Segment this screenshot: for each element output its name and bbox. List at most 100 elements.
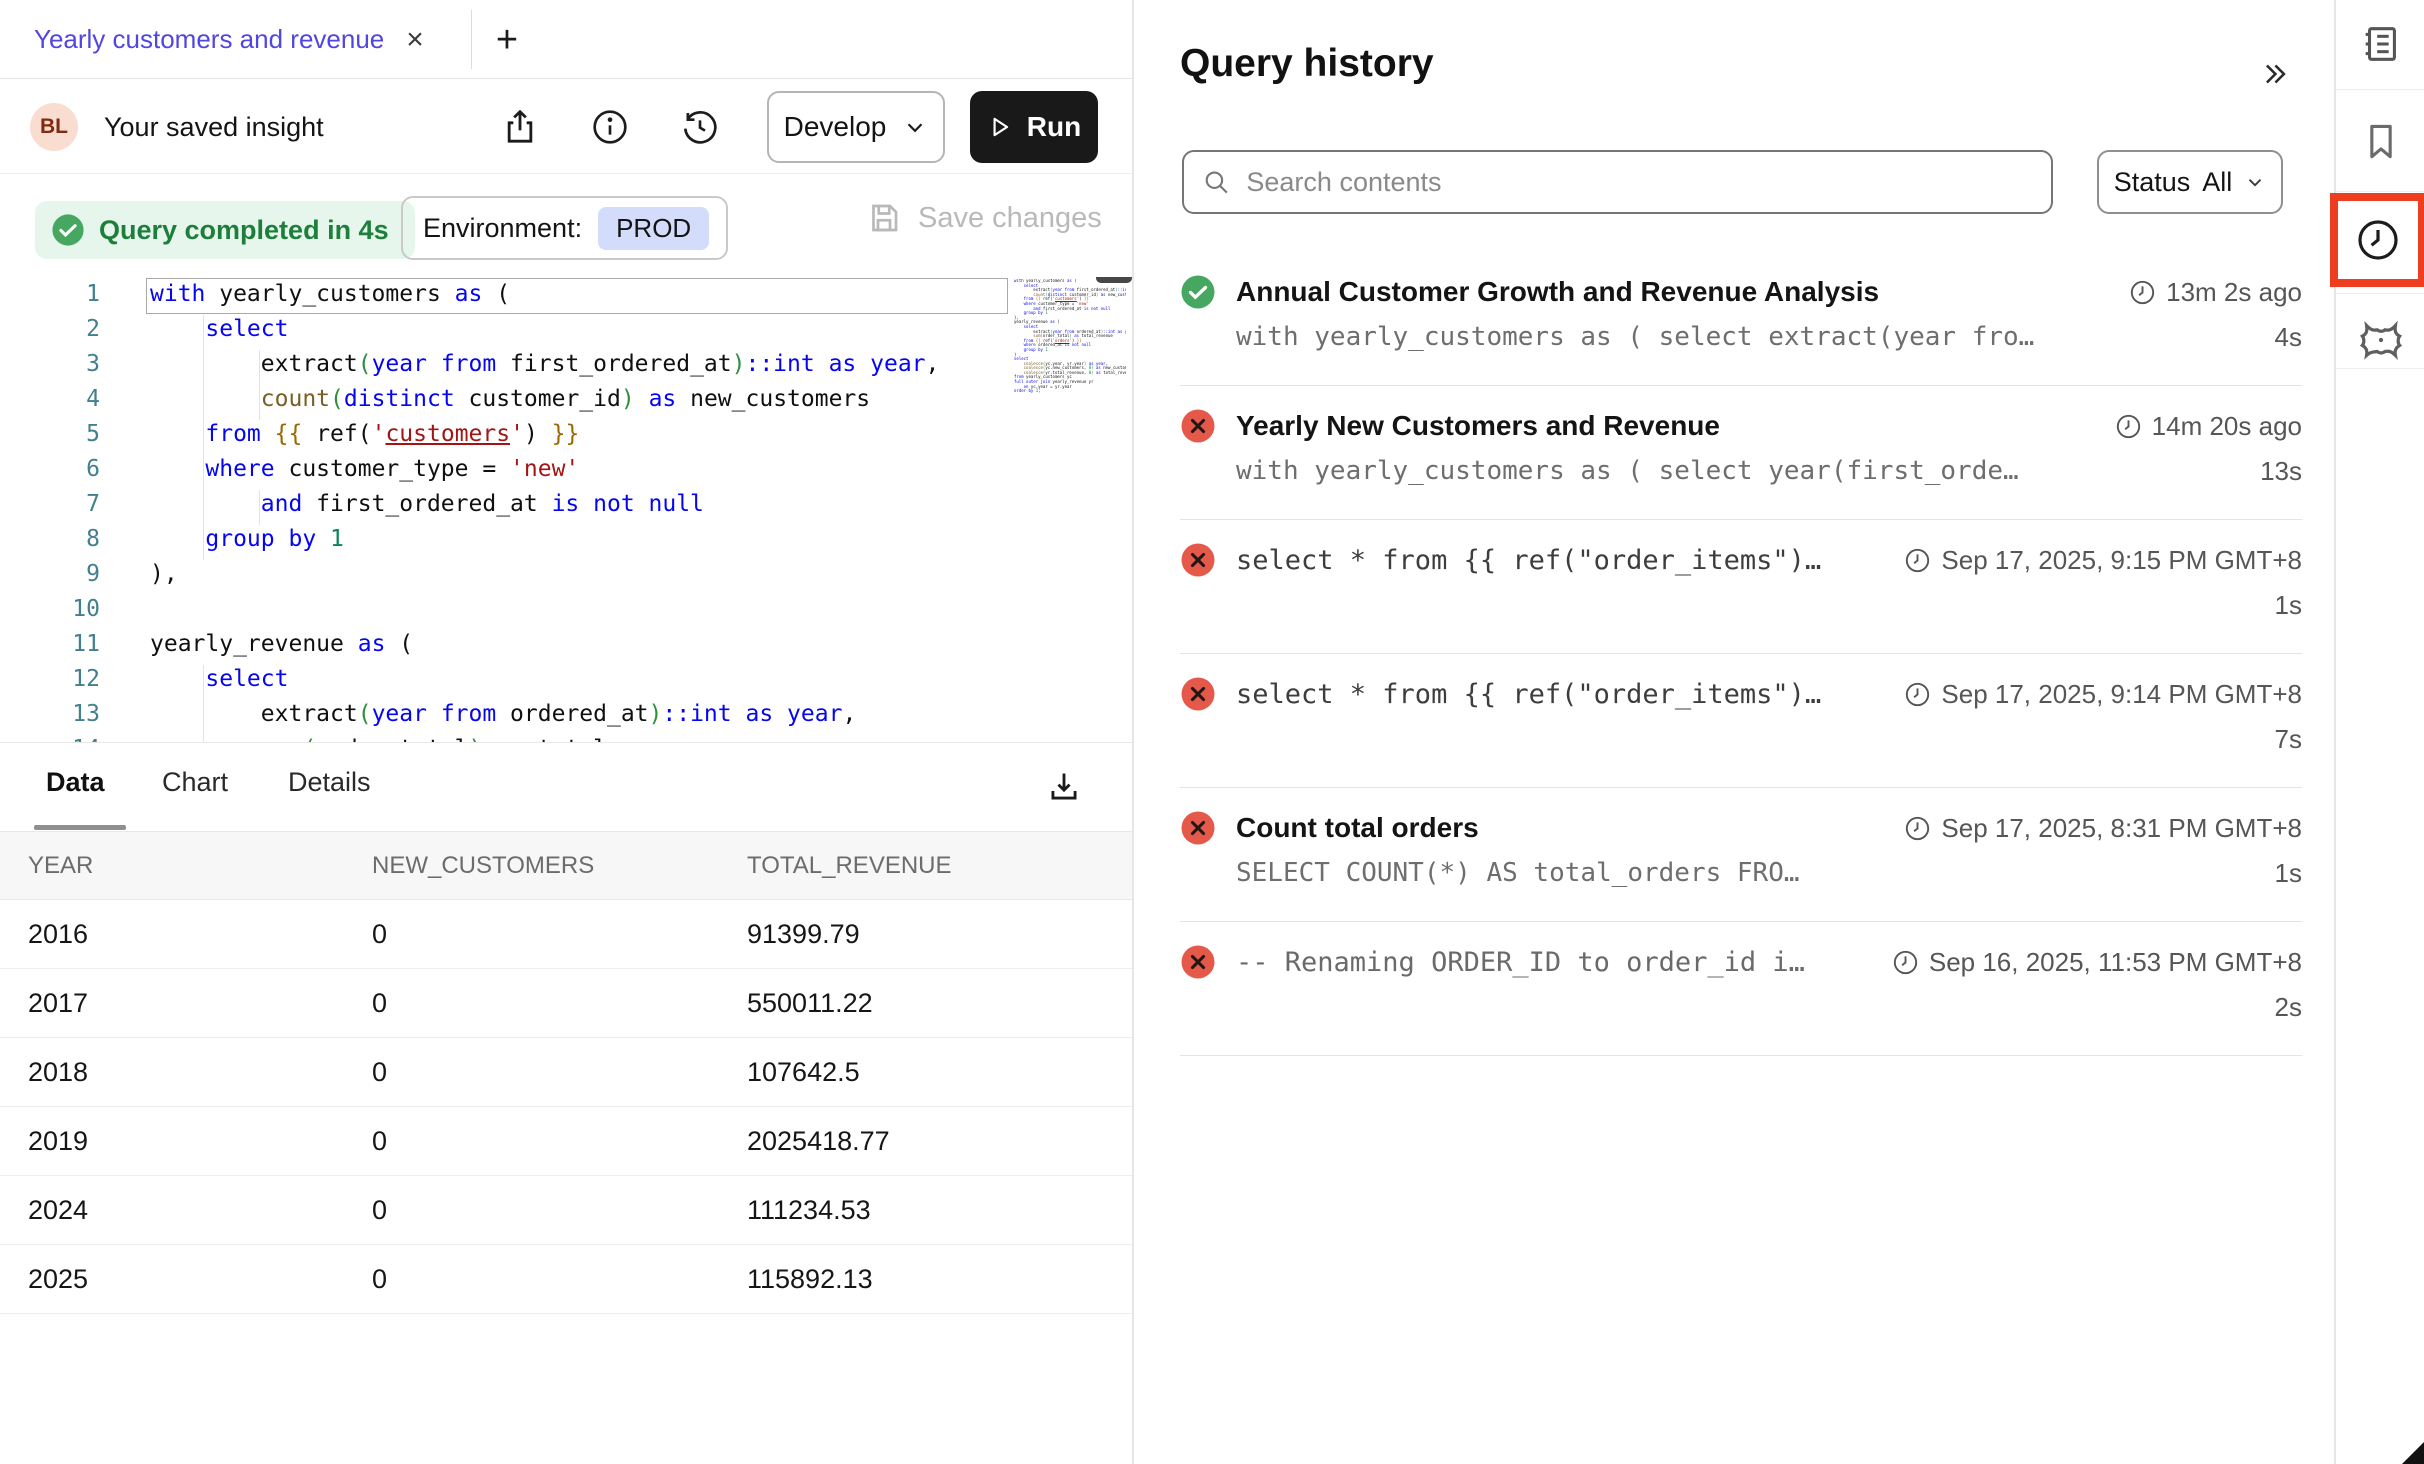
save-changes-button[interactable]: Save changes: [866, 200, 1102, 236]
history-item[interactable]: Yearly New Customers and Revenue14m 20s …: [1180, 386, 2302, 520]
notebook-icon: [2358, 21, 2404, 67]
code-line: and first_ordered_at is not null: [150, 487, 1010, 522]
clock-icon: [1904, 681, 1931, 708]
error-icon: [1180, 944, 1216, 980]
line-number: 2: [0, 312, 100, 347]
tab-bar: Yearly customers and revenue × +: [0, 0, 1132, 79]
editor-pane: Yearly customers and revenue × + BL Your…: [0, 0, 1132, 1464]
develop-dropdown[interactable]: Develop: [767, 91, 945, 163]
line-number: 8: [0, 522, 100, 557]
history-item-header: -- Renaming ORDER_ID to order_id i…Sep 1…: [1180, 942, 2302, 982]
editor-minimap[interactable]: with yearly_customers as ( select extrac…: [1014, 279, 1126, 739]
search-input[interactable]: [1246, 167, 2033, 198]
history-item-detail: SELECT COUNT(*) AS total_orders FRO…1s: [1180, 858, 2302, 889]
query-status-pill: Query completed in 4s: [35, 201, 415, 259]
table-row: 201902025418.77: [0, 1107, 1132, 1176]
avatar: BL: [30, 103, 78, 151]
clock-icon: [2354, 216, 2402, 264]
line-number: 3: [0, 347, 100, 382]
tab-details[interactable]: Details: [288, 767, 371, 798]
status-filter-label: Status: [2114, 167, 2191, 198]
history-item-timestamp: Sep 16, 2025, 11:53 PM GMT+8: [1892, 947, 2302, 978]
sql-editor[interactable]: 1234567891011121314151617181920212223242…: [0, 277, 1132, 742]
table-row: 20250115892.13: [0, 1245, 1132, 1314]
develop-label: Develop: [784, 111, 887, 143]
code-line: select: [150, 662, 1010, 697]
table-cell: 107642.5: [747, 1057, 1127, 1088]
environment-dropdown[interactable]: Environment: PROD: [401, 196, 728, 260]
rail-separator: [2336, 293, 2424, 294]
history-item-title: select * from {{ ref("order_items")…: [1236, 545, 1821, 576]
code-content[interactable]: with yearly_customers as ( select extrac…: [150, 277, 1010, 742]
tab-yearly-customers[interactable]: Yearly customers and revenue ×: [0, 0, 450, 79]
status-badge: [1180, 944, 1216, 980]
history-item-detail: 7s: [1180, 724, 2302, 755]
history-item-timestamp: 14m 20s ago: [2115, 411, 2302, 442]
history-item-duration: 1s: [2275, 590, 2302, 621]
table-cell: 2018: [0, 1057, 372, 1088]
download-results-button[interactable]: [1040, 763, 1088, 811]
minimap-line: order by 1;: [1014, 389, 1126, 394]
tab-chart[interactable]: Chart: [162, 767, 228, 798]
rail-separator: [2336, 368, 2424, 369]
clock-icon: [2129, 279, 2156, 306]
code-line: where customer_type = 'new': [150, 452, 1010, 487]
table-cell: 2025418.77: [747, 1126, 1127, 1157]
history-icon: [680, 107, 720, 147]
history-item-duration: 13s: [2260, 456, 2302, 487]
line-number: 1: [0, 277, 100, 312]
history-item-title: Count total orders: [1236, 812, 1479, 844]
panel-title: Query history: [1180, 42, 1434, 86]
version-history-button[interactable]: [676, 103, 724, 151]
code-line: with yearly_customers as (: [150, 277, 1010, 312]
table-cell: 2016: [0, 919, 372, 950]
table-row: 2016091399.79: [0, 900, 1132, 969]
table-body: 2016091399.7920170550011.22 2018 0 107642.5…: [0, 900, 1132, 1314]
new-tab-button[interactable]: +: [487, 20, 527, 60]
editor-scrollbar[interactable]: [1096, 277, 1132, 283]
bookmarks-panel-button[interactable]: [2336, 98, 2424, 186]
history-item-duration: 1s: [2275, 858, 2302, 889]
save-icon: [866, 200, 902, 236]
clock-icon: [1904, 547, 1931, 574]
table-cell: 91399.79: [747, 919, 1127, 950]
history-search[interactable]: [1182, 150, 2053, 214]
code-line: select: [150, 312, 1010, 347]
clock-icon: [1892, 949, 1919, 976]
info-button[interactable]: [586, 103, 634, 151]
line-number: 11: [0, 627, 100, 662]
info-icon: [590, 107, 630, 147]
table-row: 20170550011.22: [0, 969, 1132, 1038]
line-number: 12: [0, 662, 100, 697]
history-item-preview: with yearly_customers as ( select extrac…: [1236, 322, 2034, 352]
pinwheel-icon: [2358, 317, 2404, 363]
success-icon: [1180, 274, 1216, 310]
run-button[interactable]: Run: [970, 91, 1098, 163]
history-item[interactable]: Annual Customer Growth and Revenue Analy…: [1180, 252, 2302, 386]
table-cell: 0: [372, 919, 747, 950]
collapse-panel-button[interactable]: [2252, 52, 2296, 96]
history-item-detail: 2s: [1180, 992, 2302, 1023]
close-tab-icon[interactable]: ×: [406, 25, 424, 55]
lineage-panel-button[interactable]: [2336, 296, 2424, 384]
line-number: 6: [0, 452, 100, 487]
rail-separator: [2336, 89, 2424, 90]
history-item[interactable]: select * from {{ ref("order_items")…Sep …: [1180, 520, 2302, 654]
query-history-rail-button-highlighted[interactable]: [2330, 193, 2424, 287]
error-icon: [1180, 542, 1216, 578]
history-item[interactable]: Count total ordersSep 17, 2025, 8:31 PM …: [1180, 788, 2302, 922]
share-button[interactable]: [496, 103, 544, 151]
code-line: [150, 592, 1010, 627]
error-icon: [1180, 676, 1216, 712]
status-filter-dropdown[interactable]: Status All: [2097, 150, 2283, 214]
status-filter-value: All: [2202, 167, 2232, 198]
clock-icon: [1904, 815, 1931, 842]
chevron-down-icon: [902, 114, 928, 140]
history-item[interactable]: select * from {{ ref("order_items")…Sep …: [1180, 654, 2302, 788]
notebook-panel-button[interactable]: [2336, 0, 2424, 88]
share-icon: [500, 107, 540, 147]
corner-cursor-artifact: [2402, 1442, 2424, 1464]
status-badge: [1180, 274, 1216, 310]
tab-data[interactable]: Data: [46, 767, 105, 798]
history-item[interactable]: -- Renaming ORDER_ID to order_id i…Sep 1…: [1180, 922, 2302, 1056]
